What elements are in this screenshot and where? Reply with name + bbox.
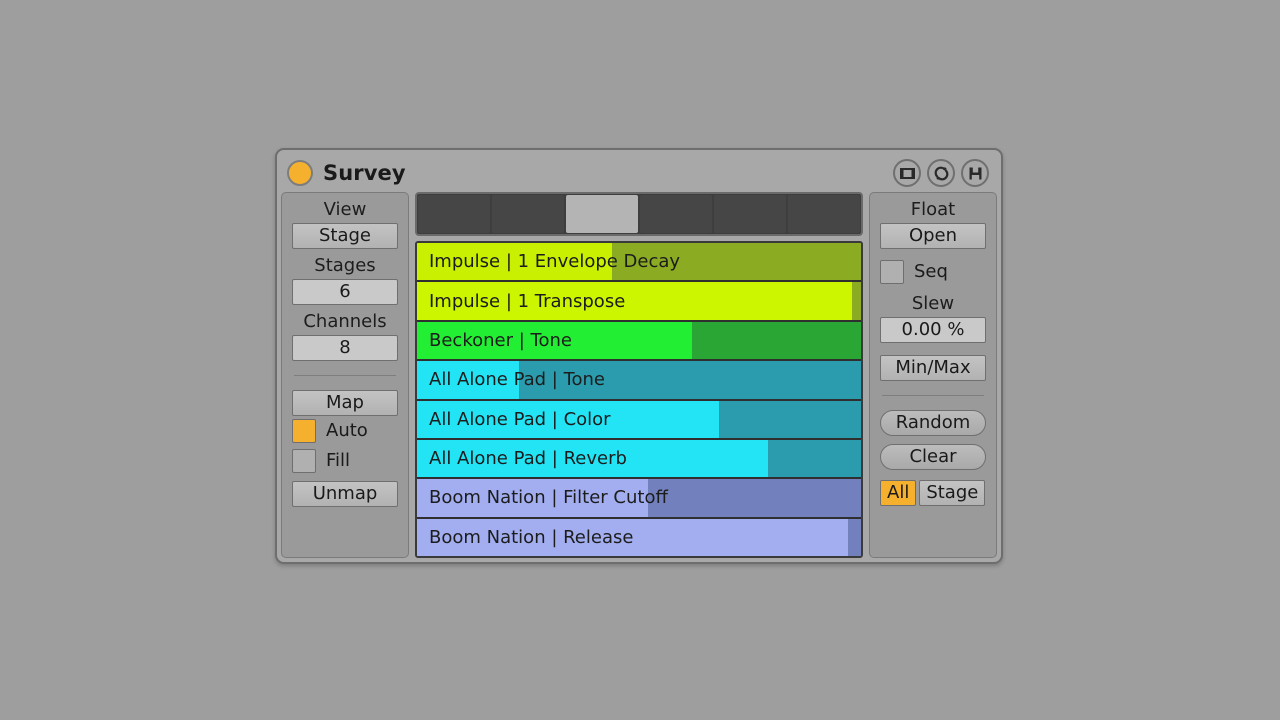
unmap-button[interactable]: Unmap — [292, 481, 398, 507]
parameter-row[interactable]: Boom Nation | Filter Cutoff — [417, 479, 861, 518]
view-stage-button[interactable]: Stage — [292, 223, 398, 249]
auto-checkbox[interactable] — [292, 419, 316, 443]
stage-cell-2[interactable] — [492, 195, 564, 233]
fill-label: Fill — [326, 450, 350, 471]
stage-cell-5[interactable] — [714, 195, 786, 233]
random-button[interactable]: Random — [880, 410, 986, 436]
screen: Survey — [0, 0, 1280, 720]
fill-checkbox[interactable] — [292, 449, 316, 473]
parameter-label: All Alone Pad | Reverb — [429, 440, 627, 477]
parameter-row[interactable]: All Alone Pad | Reverb — [417, 440, 861, 479]
fill-checkbox-row[interactable]: Fill — [292, 446, 398, 476]
parameter-row[interactable]: All Alone Pad | Color — [417, 401, 861, 440]
channels-value-field[interactable]: 8 — [292, 335, 398, 361]
auto-checkbox-row[interactable]: Auto — [292, 416, 398, 446]
stage-cell-4[interactable] — [640, 195, 712, 233]
parameter-label: Boom Nation | Filter Cutoff — [429, 479, 668, 516]
float-label: Float — [880, 201, 986, 220]
seq-checkbox-row[interactable]: Seq — [880, 257, 986, 287]
view-label: View — [292, 201, 398, 220]
parameter-label: Boom Nation | Release — [429, 519, 633, 556]
stage-cell-1[interactable] — [418, 195, 490, 233]
right-panel-divider — [882, 395, 984, 396]
scope-toggle-group: All Stage — [880, 480, 986, 506]
device-title: Survey — [323, 161, 406, 185]
float-open-button[interactable]: Open — [880, 223, 986, 249]
parameter-row[interactable]: Impulse | 1 Transpose — [417, 282, 861, 321]
parameter-row[interactable]: Impulse | 1 Envelope Decay — [417, 243, 861, 282]
scope-stage-button[interactable]: Stage — [919, 480, 985, 506]
parameter-row[interactable]: All Alone Pad | Tone — [417, 361, 861, 400]
stage-cell-3[interactable] — [566, 195, 638, 233]
save-icon[interactable] — [961, 159, 989, 187]
parameter-rows: Impulse | 1 Envelope DecayImpulse | 1 Tr… — [415, 241, 863, 558]
title-bar-icons — [893, 159, 989, 187]
parameter-row[interactable]: Boom Nation | Release — [417, 519, 861, 556]
seq-checkbox[interactable] — [880, 260, 904, 284]
parameter-row[interactable]: Beckoner | Tone — [417, 322, 861, 361]
stage-selector-strip[interactable] — [415, 192, 863, 236]
device-body: View Stage Stages 6 Channels 8 Map Auto … — [281, 192, 997, 558]
parameter-label: Impulse | 1 Transpose — [429, 282, 625, 319]
refresh-icon[interactable] — [927, 159, 955, 187]
parameter-label: Impulse | 1 Envelope Decay — [429, 243, 680, 280]
right-panel: Float Open Seq Slew 0.00 % Min/Max Rando… — [869, 192, 997, 558]
stages-label: Stages — [292, 257, 398, 276]
auto-label: Auto — [326, 420, 368, 441]
clear-button[interactable]: Clear — [880, 444, 986, 470]
stages-value-field[interactable]: 6 — [292, 279, 398, 305]
stage-cell-6[interactable] — [788, 195, 860, 233]
left-panel: View Stage Stages 6 Channels 8 Map Auto … — [281, 192, 409, 558]
parameter-label: All Alone Pad | Color — [429, 401, 611, 438]
map-button[interactable]: Map — [292, 390, 398, 416]
parameter-label: All Alone Pad | Tone — [429, 361, 605, 398]
slew-label: Slew — [880, 295, 986, 314]
device-activator-led[interactable] — [287, 160, 313, 186]
left-panel-divider — [294, 375, 396, 376]
slew-value-field[interactable]: 0.00 % — [880, 317, 986, 343]
channels-label: Channels — [292, 313, 398, 332]
seq-label: Seq — [914, 261, 948, 282]
min-max-button[interactable]: Min/Max — [880, 355, 986, 381]
device-frame-icon[interactable] — [893, 159, 921, 187]
scope-all-button[interactable]: All — [880, 480, 916, 506]
parameter-label: Beckoner | Tone — [429, 322, 572, 359]
survey-device-window: Survey — [275, 148, 1003, 564]
device-title-bar: Survey — [281, 154, 997, 192]
center-panel: Impulse | 1 Envelope DecayImpulse | 1 Tr… — [415, 192, 863, 558]
